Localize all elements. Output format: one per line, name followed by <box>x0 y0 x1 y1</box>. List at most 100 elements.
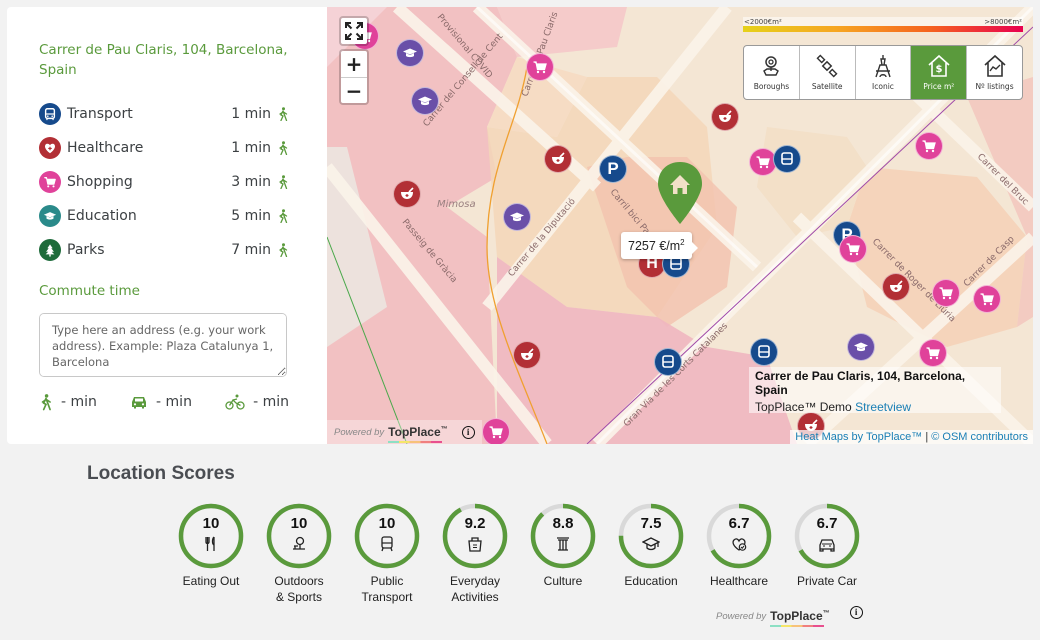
pharmacy-marker[interactable] <box>711 103 739 131</box>
price-legend: <2000€m² >8000€m² <box>743 17 1023 32</box>
heat-map[interactable]: Carrer del Consell de Cent Carrer de la … <box>327 7 1033 444</box>
car-icon <box>819 539 835 552</box>
poi-list: Transport 1 min Healthcare 1 min Shoppin… <box>39 97 289 267</box>
info-icon[interactable]: i <box>849 605 863 619</box>
fullscreen-button[interactable] <box>341 18 367 44</box>
education-marker[interactable] <box>503 203 531 231</box>
home-location-pin[interactable] <box>656 160 704 226</box>
brand-name: TopPlace <box>770 609 823 623</box>
layer-listings-button[interactable]: Nº listings <box>967 46 1022 99</box>
score-value: 10 <box>378 515 396 532</box>
poi-time: 1 min <box>231 106 271 122</box>
score-value: 10 <box>202 515 220 532</box>
shopping-marker[interactable] <box>932 279 960 307</box>
osm-link[interactable]: © OSM contributors <box>931 431 1028 443</box>
parking-marker[interactable]: P <box>599 155 627 183</box>
poi-education: Education 5 min <box>39 199 289 233</box>
walk-icon <box>279 243 288 257</box>
info-demo-label: TopPlace™ Demo <box>755 400 852 414</box>
layer-label: Nº listings <box>975 82 1014 91</box>
legend-max: >8000€m² <box>984 18 1022 26</box>
house-price-icon: $ <box>928 54 950 77</box>
bus-marker[interactable] <box>773 145 801 173</box>
cart-icon <box>39 171 61 193</box>
bus-icon <box>39 103 61 125</box>
price-unit-sup: 2 <box>680 238 685 247</box>
column-icon <box>557 537 569 551</box>
bus-marker[interactable] <box>654 348 682 376</box>
shopping-bag-icon <box>468 537 482 552</box>
layer-satellite-button[interactable]: Satellite <box>800 46 856 99</box>
info-icon[interactable]: i <box>461 425 475 439</box>
poi-label: Parks <box>67 242 105 258</box>
score-value: 9.2 <box>464 515 486 532</box>
scores-row: 10 Eating Out 10 Outdoors & Sports 10 Pu… <box>167 503 871 605</box>
legend-min: <2000€m² <box>744 18 782 26</box>
score-label: Education <box>624 574 678 588</box>
poi-label: Mimosa <box>437 199 476 210</box>
score-ring: 7.5 <box>618 503 684 569</box>
shopping-marker[interactable] <box>526 53 554 81</box>
commute-car: - min <box>130 394 192 410</box>
pharmacy-marker[interactable] <box>544 145 572 173</box>
powered-by-footer: Powered by TopPlace™ i <box>716 605 863 627</box>
bus-marker[interactable] <box>750 338 778 366</box>
cutlery-icon <box>205 536 215 551</box>
layer-iconic-button[interactable]: Iconic <box>856 46 912 99</box>
zoom-in-button[interactable]: + <box>341 51 367 77</box>
topplace-logo: TopPlace™ <box>770 609 830 627</box>
brand-tm: ™ <box>822 610 830 617</box>
layer-label: Boroughs <box>753 82 790 91</box>
zoom-out-button[interactable]: − <box>341 77 367 103</box>
score-item: 10 Public Transport <box>343 503 431 605</box>
score-ring: 9.2 <box>442 503 508 569</box>
score-value: 8.8 <box>552 515 574 532</box>
legend-gradient-bar <box>743 26 1023 32</box>
brand-name: TopPlace <box>388 425 441 439</box>
score-ring: 10 <box>266 503 332 569</box>
layer-switcher: Boroughs Satellite Iconic $ Price m² Nº … <box>743 45 1023 100</box>
heatmaps-link[interactable]: Heat Maps by TopPlace™ <box>795 431 922 443</box>
pharmacy-marker[interactable] <box>882 273 910 301</box>
streetview-link[interactable]: Streetview <box>855 400 911 414</box>
walk-icon <box>279 107 288 121</box>
education-marker[interactable] <box>411 87 439 115</box>
fullscreen-control <box>339 16 369 46</box>
layer-price-button[interactable]: $ Price m² <box>911 46 968 99</box>
walk-icon <box>279 209 288 223</box>
walk-icon <box>279 141 288 155</box>
shopping-marker[interactable] <box>919 339 947 367</box>
score-ring: 10 <box>354 503 420 569</box>
bike-time: - min <box>253 394 289 410</box>
score-label: Culture <box>543 574 583 588</box>
poi-transport: Transport 1 min <box>39 97 289 131</box>
shopping-marker[interactable] <box>482 418 510 444</box>
education-marker[interactable] <box>396 39 424 67</box>
bike-icon <box>225 394 245 410</box>
powered-by-text: Powered by <box>716 610 767 622</box>
layer-boroughs-button[interactable]: Boroughs <box>744 46 800 99</box>
commute-walk: - min <box>39 393 97 411</box>
pharmacy-marker[interactable] <box>393 180 421 208</box>
pharmacy-marker[interactable] <box>513 341 541 369</box>
tree-icon <box>39 239 61 261</box>
poi-parks: Parks 7 min <box>39 233 289 267</box>
graduation-cap-icon <box>642 537 660 551</box>
eiffel-tower-icon <box>875 55 891 78</box>
score-value: 6.7 <box>816 515 838 532</box>
graduation-cap-icon <box>39 205 61 227</box>
powered-by-text: Powered by <box>334 426 385 438</box>
education-marker[interactable] <box>847 333 875 361</box>
shopping-marker[interactable] <box>915 132 943 160</box>
commute-address-input[interactable] <box>39 313 287 377</box>
score-label: Public Transport <box>361 574 413 604</box>
shopping-marker[interactable] <box>839 235 867 263</box>
house-chart-icon <box>984 54 1006 77</box>
score-ring: 6.7 <box>706 503 772 569</box>
heart-check-icon <box>732 538 747 551</box>
poi-label: Transport <box>67 106 133 122</box>
car-time: - min <box>156 394 192 410</box>
shopping-marker[interactable] <box>973 285 1001 313</box>
tree-bench-icon <box>293 536 305 550</box>
map-pin-icon <box>763 56 780 76</box>
